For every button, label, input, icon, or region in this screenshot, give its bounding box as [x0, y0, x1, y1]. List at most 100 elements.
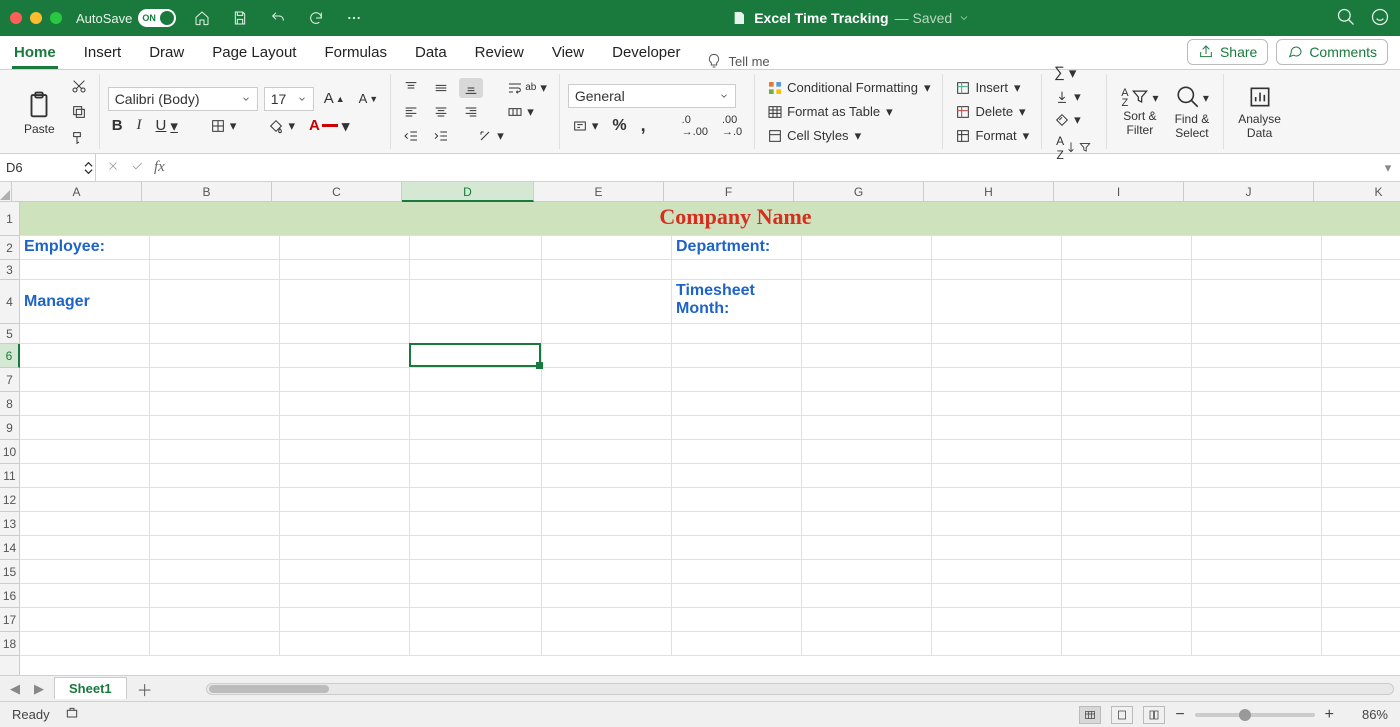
align-center-icon[interactable] — [429, 102, 453, 122]
comma-icon[interactable]: , — [637, 113, 650, 138]
cell[interactable] — [802, 632, 932, 656]
cell[interactable] — [280, 236, 410, 260]
underline-icon[interactable]: U▾ — [152, 115, 182, 137]
worksheet[interactable]: ABCDEFGHIJK 123456789101112131415161718 … — [0, 182, 1400, 675]
cell[interactable] — [542, 416, 672, 440]
align-right-icon[interactable] — [459, 102, 483, 122]
autosave-toggle[interactable]: ON — [138, 9, 176, 27]
row-header[interactable]: 6 — [0, 344, 20, 368]
cell[interactable] — [932, 488, 1062, 512]
zoom-out-icon[interactable]: − — [1175, 706, 1184, 724]
tell-me[interactable]: Tell me — [706, 53, 769, 69]
cell[interactable] — [20, 440, 150, 464]
cell[interactable] — [1322, 368, 1400, 392]
cell[interactable] — [20, 536, 150, 560]
cell[interactable] — [932, 512, 1062, 536]
cell[interactable] — [20, 368, 150, 392]
cell[interactable] — [802, 280, 932, 324]
manager-label[interactable]: Manager — [20, 280, 150, 324]
select-all-corner[interactable] — [0, 182, 12, 202]
cell[interactable] — [1192, 536, 1322, 560]
cell[interactable] — [802, 260, 932, 280]
cell[interactable] — [280, 488, 410, 512]
cut-icon[interactable] — [67, 76, 91, 96]
cell[interactable] — [932, 280, 1062, 324]
undo-icon[interactable] — [266, 8, 290, 28]
cell[interactable] — [542, 488, 672, 512]
cell[interactable] — [802, 416, 932, 440]
decrease-font-icon[interactable]: A▼ — [355, 89, 383, 108]
cell[interactable] — [1192, 344, 1322, 368]
cell[interactable] — [1062, 632, 1192, 656]
cell[interactable] — [280, 324, 410, 344]
accessibility-icon[interactable] — [64, 705, 80, 724]
row-header[interactable]: 8 — [0, 392, 19, 416]
formula-input[interactable] — [175, 154, 1376, 181]
cell[interactable] — [672, 416, 802, 440]
row-header[interactable]: 1 — [0, 202, 19, 236]
cell[interactable] — [150, 416, 280, 440]
cell[interactable] — [802, 560, 932, 584]
cell[interactable] — [1192, 608, 1322, 632]
cell[interactable] — [1062, 236, 1192, 260]
cell[interactable] — [1062, 392, 1192, 416]
cell[interactable] — [802, 464, 932, 488]
cell[interactable] — [280, 440, 410, 464]
row-header[interactable]: 4 — [0, 280, 19, 324]
cell[interactable] — [280, 512, 410, 536]
cell[interactable] — [150, 560, 280, 584]
fx-icon[interactable]: fx — [154, 159, 165, 176]
cell[interactable] — [802, 236, 932, 260]
cell[interactable] — [410, 236, 542, 260]
cell[interactable] — [410, 280, 542, 324]
cell[interactable] — [1062, 584, 1192, 608]
cell[interactable] — [802, 324, 932, 344]
cell[interactable] — [542, 440, 672, 464]
cell[interactable] — [802, 440, 932, 464]
cell[interactable] — [932, 584, 1062, 608]
prev-sheet-icon[interactable]: ◀ — [6, 680, 24, 698]
cell[interactable] — [280, 416, 410, 440]
cell[interactable] — [20, 344, 150, 368]
cell[interactable] — [410, 260, 542, 280]
maximize-window-icon[interactable] — [50, 12, 62, 24]
cell[interactable] — [280, 344, 410, 368]
cell[interactable] — [542, 344, 672, 368]
cell[interactable] — [672, 392, 802, 416]
tab-home[interactable]: Home — [12, 38, 58, 69]
cell[interactable] — [672, 440, 802, 464]
tab-formulas[interactable]: Formulas — [322, 38, 389, 69]
cell[interactable] — [1322, 392, 1400, 416]
company-name-cell[interactable]: Company Name — [20, 202, 1400, 236]
delete-cells-button[interactable]: Delete▾ — [951, 102, 1033, 122]
cell[interactable] — [150, 464, 280, 488]
cell[interactable] — [1062, 464, 1192, 488]
cell[interactable] — [280, 392, 410, 416]
cell[interactable] — [1192, 440, 1322, 464]
cell[interactable] — [672, 488, 802, 512]
cell[interactable] — [20, 632, 150, 656]
cell[interactable] — [410, 464, 542, 488]
cell[interactable] — [932, 260, 1062, 280]
wrap-text-icon[interactable]: ab▾ — [503, 78, 551, 98]
orientation-icon[interactable]: ▾ — [473, 126, 508, 146]
paste-button[interactable]: Paste — [18, 88, 61, 136]
font-size-select[interactable]: 17 — [264, 87, 314, 111]
decrease-decimal-icon[interactable]: .00→.0 — [718, 112, 746, 140]
cell[interactable] — [932, 560, 1062, 584]
cell[interactable] — [20, 512, 150, 536]
cell[interactable] — [280, 560, 410, 584]
department-label[interactable]: Department: — [672, 236, 802, 260]
column-header[interactable]: G — [794, 182, 924, 201]
add-sheet-button[interactable]: ＋ — [133, 679, 157, 699]
cell[interactable] — [932, 344, 1062, 368]
row-header[interactable]: 13 — [0, 512, 19, 536]
cell[interactable] — [802, 488, 932, 512]
autosum-icon[interactable]: ∑▾ — [1050, 62, 1098, 84]
cell[interactable] — [672, 512, 802, 536]
bold-icon[interactable]: B — [108, 115, 127, 136]
cell[interactable] — [1322, 536, 1400, 560]
home-icon[interactable] — [190, 8, 214, 28]
cell[interactable] — [542, 608, 672, 632]
cell[interactable] — [1322, 608, 1400, 632]
